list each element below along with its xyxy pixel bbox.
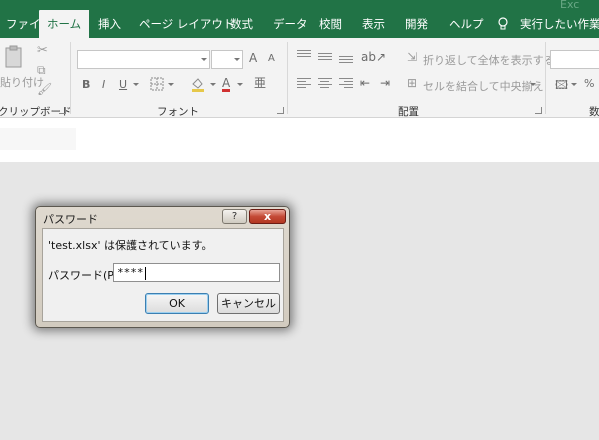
cancel-button[interactable]: キャンセル — [217, 293, 280, 314]
font-launcher-icon[interactable] — [277, 107, 284, 114]
chevron-down-icon — [133, 83, 139, 86]
bottom-align-icon[interactable] — [339, 56, 353, 65]
tab-review[interactable]: 校閲 — [319, 10, 342, 38]
tab-page-layout[interactable]: ページ レイアウト — [139, 10, 234, 38]
formula-bar-area — [0, 118, 599, 162]
name-box[interactable] — [0, 128, 76, 150]
group-separator — [287, 42, 288, 114]
cut-icon[interactable]: ✂ — [37, 43, 48, 58]
accounting-format-icon[interactable]: 🖾 — [555, 76, 568, 97]
font-color-button[interactable]: A — [222, 77, 231, 92]
top-align-icon[interactable] — [297, 50, 311, 59]
bold-button[interactable]: B — [82, 78, 90, 91]
merge-center-icon[interactable]: ⊞ — [407, 76, 417, 90]
chevron-down-icon — [201, 58, 207, 61]
ok-button[interactable]: OK — [145, 293, 209, 314]
align-center-icon[interactable] — [318, 78, 332, 90]
tab-data[interactable]: データ — [273, 10, 308, 38]
shrink-font-button[interactable]: A — [268, 53, 275, 64]
chevron-down-icon — [530, 83, 536, 86]
tab-formulas[interactable]: 数式 — [230, 10, 253, 38]
password-label: パスワード(P): — [48, 269, 122, 282]
wrap-text-icon[interactable]: ⇲ — [407, 50, 417, 64]
percent-style-button[interactable]: % — [584, 77, 594, 90]
title-bar — [0, 0, 599, 10]
password-value: **** — [117, 266, 144, 279]
chevron-down-icon — [571, 83, 577, 86]
password-dialog: パスワード ? x 'test.xlsx' は保護されています。 パスワード(P… — [35, 206, 290, 328]
paste-icon[interactable] — [3, 44, 25, 70]
text-caret — [144, 266, 146, 280]
dialog-body: 'test.xlsx' は保護されています。 パスワード(P): **** OK… — [42, 228, 284, 322]
tab-home[interactable]: ホーム — [39, 10, 90, 38]
number-group-label: 数 — [589, 106, 599, 118]
chevron-down-icon — [210, 83, 216, 86]
chevron-down-icon — [234, 58, 240, 61]
font-name-select[interactable] — [77, 50, 210, 69]
tab-help[interactable]: ヘルプ — [449, 10, 484, 38]
alignment-launcher-icon[interactable] — [535, 107, 542, 114]
phonetic-guide-icon[interactable]: 亜 — [254, 74, 266, 91]
password-input[interactable]: **** — [113, 263, 280, 282]
group-separator — [70, 42, 71, 114]
middle-align-icon[interactable] — [318, 53, 332, 62]
dialog-title: パスワード — [43, 213, 98, 226]
decrease-indent-icon[interactable]: ⇤ — [360, 76, 370, 90]
chevron-down-icon — [168, 83, 174, 86]
underline-button[interactable]: U — [119, 78, 127, 91]
orientation-icon[interactable]: ab↗ — [361, 50, 386, 64]
merge-center-button[interactable]: セルを結合して中央揃え — [423, 78, 544, 94]
help-button[interactable]: ? — [222, 209, 247, 224]
alignment-group-label: 配置 — [398, 106, 419, 118]
format-painter-icon[interactable]: 🖌 — [37, 82, 52, 96]
grow-font-button[interactable]: A — [249, 51, 257, 65]
protection-message: 'test.xlsx' は保護されています。 — [48, 239, 213, 252]
italic-button[interactable]: I — [102, 78, 105, 91]
wrap-text-button[interactable]: 折り返して全体を表示する — [423, 52, 555, 68]
align-left-icon[interactable] — [297, 78, 311, 90]
tab-view[interactable]: 表示 — [362, 10, 385, 38]
font-group-label: フォント — [157, 106, 199, 118]
tab-developer[interactable]: 開発 — [405, 10, 428, 38]
increase-indent-icon[interactable]: ⇥ — [380, 76, 390, 90]
close-button[interactable]: x — [249, 209, 286, 224]
number-format-select[interactable] — [550, 50, 599, 69]
copy-icon[interactable]: ⧉ — [37, 63, 46, 78]
fill-color-icon[interactable] — [190, 76, 206, 92]
clipboard-launcher-icon[interactable] — [59, 107, 66, 114]
chevron-down-icon — [237, 83, 243, 86]
lightbulb-icon — [498, 17, 508, 30]
align-right-icon[interactable] — [339, 78, 353, 90]
borders-icon[interactable] — [150, 77, 164, 91]
tell-me-search[interactable]: 実行したい作業を入 — [520, 10, 599, 38]
tab-insert[interactable]: 挿入 — [98, 10, 121, 38]
ribbon-tab-bar: Exc ファイル ホーム 挿入 ページ レイアウト 数式 データ 校閲 表示 開… — [0, 0, 599, 38]
group-separator — [545, 42, 546, 114]
ribbon: 貼り付け ✂ ⧉ 🖌 クリップボード A A B I U A 亜 フォント ab… — [0, 38, 599, 118]
